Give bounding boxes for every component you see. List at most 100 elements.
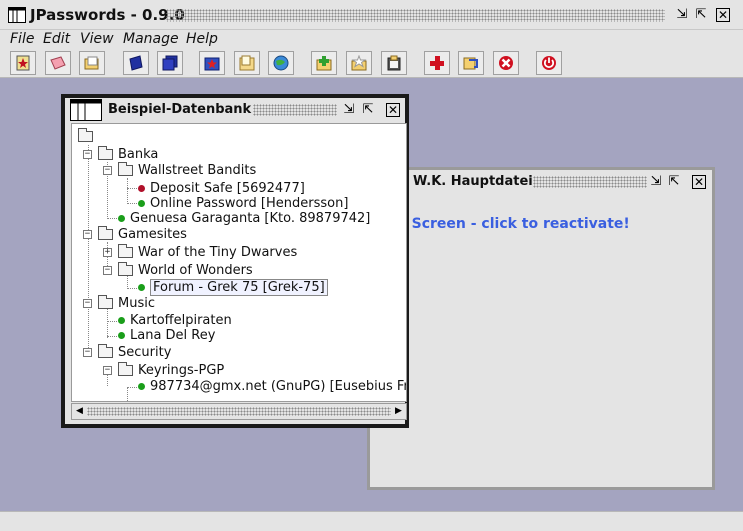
collapse-icon[interactable]: − bbox=[103, 166, 112, 175]
menu-manage[interactable]: Manage bbox=[123, 31, 179, 47]
tree-group-war[interactable]: War of the Tiny Dwarves bbox=[118, 243, 297, 260]
folder-icon bbox=[118, 243, 133, 258]
status-bar bbox=[0, 511, 743, 531]
tree-label: Online Password [Hendersson] bbox=[150, 195, 349, 211]
add-icon bbox=[430, 56, 444, 70]
collapse-icon[interactable]: − bbox=[83, 150, 92, 159]
main-title-bar: JPasswords - 0.9.0 ⇲ ⇱ ✕ bbox=[0, 0, 743, 30]
horizontal-scrollbar[interactable]: ◀ ▶ bbox=[71, 403, 407, 420]
eraser-button[interactable] bbox=[45, 51, 71, 75]
add-group-icon bbox=[316, 56, 332, 71]
add-button[interactable] bbox=[424, 51, 450, 75]
tree-group-keyrings[interactable]: Keyrings-PGP bbox=[118, 361, 225, 378]
save-icon bbox=[129, 55, 143, 71]
record-icon bbox=[118, 214, 125, 222]
beispiel-iconify-icon[interactable]: ⇲ bbox=[342, 103, 356, 117]
tree-group-banka[interactable]: Banka bbox=[98, 145, 158, 162]
maximize-icon[interactable]: ⇱ bbox=[694, 8, 708, 22]
save-all-button[interactable] bbox=[157, 51, 183, 75]
copy-button[interactable] bbox=[458, 51, 484, 75]
collapse-icon[interactable]: − bbox=[83, 230, 92, 239]
open-file-icon bbox=[84, 56, 99, 70]
tree-group-security[interactable]: Security bbox=[98, 343, 171, 360]
tree-record-online[interactable]: Online Password [Hendersson] bbox=[138, 195, 348, 211]
window-menu-icon[interactable] bbox=[70, 99, 102, 121]
folder-icon bbox=[118, 361, 133, 376]
exit-icon bbox=[542, 56, 556, 70]
menu-bar: File Edit View Manage Help bbox=[0, 30, 743, 48]
beispiel-close-icon[interactable]: ✕ bbox=[386, 103, 400, 117]
open-file-button[interactable] bbox=[79, 51, 105, 75]
puzzle-icon bbox=[204, 57, 220, 71]
tree-record-kartoffel[interactable]: Kartoffelpiraten bbox=[118, 312, 232, 328]
menu-edit[interactable]: Edit bbox=[43, 31, 70, 47]
tree-record-genuesa[interactable]: Genuesa Garaganta [Kto. 89879742] bbox=[118, 210, 370, 226]
toolbar bbox=[0, 48, 743, 78]
beispiel-title: Beispiel-Datenbank bbox=[108, 102, 252, 117]
tree-root[interactable] bbox=[78, 127, 98, 144]
new-record-button[interactable] bbox=[10, 51, 36, 75]
menu-view[interactable]: View bbox=[80, 31, 114, 47]
title-drag-handle[interactable] bbox=[166, 9, 665, 22]
tree-label: Wallstreet Bandits bbox=[138, 162, 257, 178]
clipboard-icon bbox=[387, 55, 401, 71]
tree-group-music[interactable]: Music bbox=[98, 294, 155, 311]
star-icon bbox=[351, 55, 367, 71]
tree-label: Genuesa Garaganta [Kto. 89879742] bbox=[130, 210, 371, 226]
expired-record-icon bbox=[138, 184, 145, 192]
beispiel-drag-handle[interactable] bbox=[253, 104, 337, 116]
iconify-icon[interactable]: ⇲ bbox=[675, 8, 689, 22]
record-tree[interactable]: − Banka − Wallstreet Bandits Deposit Saf… bbox=[71, 123, 407, 402]
folder-icon bbox=[98, 145, 113, 160]
hauptdatei-title: W.K. Hauptdatei bbox=[413, 174, 533, 189]
hauptdatei-drag-handle[interactable] bbox=[533, 176, 647, 188]
tree-group-world[interactable]: World of Wonders bbox=[118, 261, 253, 278]
window-beispiel-datenbank[interactable]: Beispiel-Datenbank ⇲ ⇱ ✕ − Banka − Walls… bbox=[61, 94, 409, 428]
delete-button[interactable] bbox=[493, 51, 519, 75]
tree-group-gamesites[interactable]: Gamesites bbox=[98, 225, 187, 242]
star-button[interactable] bbox=[346, 51, 372, 75]
menu-help[interactable]: Help bbox=[186, 31, 218, 47]
copy-icon bbox=[463, 57, 478, 70]
exit-button[interactable] bbox=[536, 51, 562, 75]
record-icon bbox=[138, 382, 145, 390]
collapse-icon[interactable]: − bbox=[83, 348, 92, 357]
collapse-icon[interactable]: − bbox=[103, 366, 112, 375]
app-window-icon bbox=[8, 7, 26, 23]
tree-label: Keyrings-PGP bbox=[138, 362, 225, 378]
clipboard-button[interactable] bbox=[381, 51, 407, 75]
collapse-icon[interactable]: − bbox=[103, 266, 112, 275]
expand-icon[interactable]: + bbox=[103, 248, 112, 257]
add-group-button[interactable] bbox=[311, 51, 337, 75]
tree-record-gnupg[interactable]: 987734@gmx.net (GnuPG) [Eusebius Fra bbox=[138, 378, 407, 394]
tree-label: Music bbox=[118, 295, 155, 311]
hauptdatei-close-icon[interactable]: ✕ bbox=[692, 175, 706, 189]
delete-icon bbox=[499, 56, 513, 70]
scrollbar-thumb[interactable] bbox=[87, 407, 391, 416]
collapse-icon[interactable]: − bbox=[83, 299, 92, 308]
tree-label-selected: Forum - Grek 75 [Grek-75] bbox=[150, 278, 328, 296]
hauptdatei-iconify-icon[interactable]: ⇲ bbox=[649, 175, 663, 189]
tree-record-deposit[interactable]: Deposit Safe [5692477] bbox=[138, 180, 305, 196]
menu-file[interactable]: File bbox=[10, 31, 34, 47]
tree-label: 987734@gmx.net (GnuPG) [Eusebius Fra bbox=[150, 378, 407, 394]
save-button[interactable] bbox=[123, 51, 149, 75]
app-title: JPasswords - 0.9.0 bbox=[30, 6, 185, 24]
globe-button[interactable] bbox=[268, 51, 294, 75]
scroll-left-icon[interactable]: ◀ bbox=[73, 405, 86, 418]
hauptdatei-title-bar[interactable]: W.K. Hauptdatei ⇲ ⇱ ✕ bbox=[370, 170, 712, 194]
beispiel-maximize-icon[interactable]: ⇱ bbox=[361, 103, 375, 117]
desktop: JPasswords - 0.9.0 ⇲ ⇱ ✕ File Edit View … bbox=[0, 0, 743, 531]
tree-group-wallstreet[interactable]: Wallstreet Bandits bbox=[118, 161, 257, 178]
window-hauptdatei[interactable]: W.K. Hauptdatei ⇲ ⇱ ✕ cked Screen - clic… bbox=[367, 167, 715, 490]
puzzle-button[interactable] bbox=[199, 51, 225, 75]
tree-label: Kartoffelpiraten bbox=[130, 312, 232, 328]
open-folder-icon bbox=[239, 55, 255, 71]
tree-record-lana[interactable]: Lana Del Rey bbox=[118, 327, 215, 343]
close-icon[interactable]: ✕ bbox=[716, 8, 730, 22]
beispiel-title-bar[interactable]: Beispiel-Datenbank ⇲ ⇱ ✕ bbox=[65, 98, 405, 122]
hauptdatei-maximize-icon[interactable]: ⇱ bbox=[667, 175, 681, 189]
open-folder-button[interactable] bbox=[234, 51, 260, 75]
tree-record-forum[interactable]: Forum - Grek 75 [Grek-75] bbox=[138, 278, 328, 296]
scroll-right-icon[interactable]: ▶ bbox=[392, 405, 405, 418]
